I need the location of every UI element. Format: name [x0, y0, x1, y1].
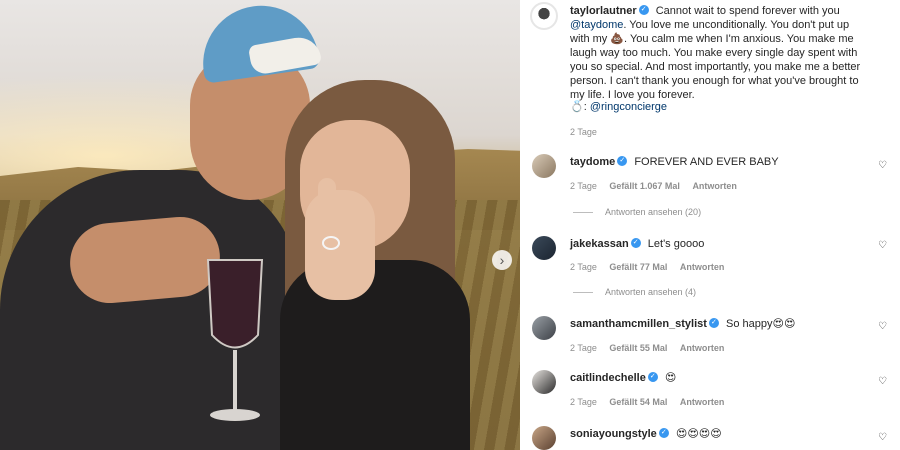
reply-button[interactable]: Antworten — [680, 343, 725, 353]
woman-hand — [305, 190, 375, 300]
comment-text: jakekassan ✓ Let's goooo — [570, 237, 870, 251]
comment-time: 2 Tage — [570, 343, 597, 353]
chevron-right-icon: › — [499, 252, 505, 268]
commenter-avatar[interactable] — [532, 426, 556, 450]
comment-body: Let's goooo — [647, 238, 705, 250]
comment-body: So happy😍😍 — [726, 318, 796, 330]
reply-button[interactable]: Antworten — [692, 181, 737, 191]
engagement-ring — [322, 236, 340, 250]
ring-emoji: 💍 — [570, 101, 584, 113]
caption-part2: . You love me unconditionally. You don't… — [570, 19, 861, 101]
comment-likes[interactable]: Gefällt 54 Mal — [609, 397, 667, 407]
comment-username[interactable]: soniayoungstyle — [570, 428, 657, 440]
comment-time: 2 Tage — [570, 262, 597, 272]
like-heart-icon[interactable]: ♡ — [878, 377, 888, 387]
replies-divider — [573, 292, 593, 294]
commenter-avatar[interactable] — [532, 370, 556, 394]
verified-badge-icon: ✓ — [617, 156, 628, 167]
comment-text: caitlindechelle ✓ 😍 — [570, 371, 870, 385]
comment-likes[interactable]: Gefällt 77 Mal — [609, 262, 667, 272]
verified-badge-icon: ✓ — [630, 238, 641, 249]
comment-username[interactable]: caitlindechelle — [570, 372, 646, 384]
wine-glass — [206, 259, 264, 421]
comment-body: 😍😍😍😍 — [675, 428, 722, 440]
like-heart-icon[interactable]: ♡ — [878, 161, 888, 171]
comment-text: taydome ✓ FOREVER AND EVER BABY — [570, 155, 870, 169]
like-heart-icon[interactable]: ♡ — [878, 322, 888, 332]
comment-time: 2 Tage — [570, 397, 597, 407]
verified-badge-icon: ✓ — [658, 428, 669, 439]
comment-username[interactable]: taydome — [570, 156, 615, 168]
like-heart-icon[interactable]: ♡ — [878, 241, 888, 251]
comment-username[interactable]: jakekassan — [570, 238, 629, 250]
reply-button[interactable]: Antworten — [680, 262, 725, 272]
ring-line: 💍: @ringconcierge — [570, 101, 668, 113]
comments-panel: taylorlautner ✓ Cannot wait to spend fore… — [520, 0, 900, 450]
commenter-avatar[interactable] — [532, 316, 556, 340]
verified-badge-icon: ✓ — [708, 318, 719, 329]
comment-body: 😍 — [664, 372, 677, 384]
replies-divider — [573, 212, 593, 214]
caption-part1: Cannot wait to spend forever with you — [655, 5, 840, 17]
commenter-avatar[interactable] — [532, 236, 556, 260]
comment-likes[interactable]: Gefällt 55 Mal — [609, 343, 667, 353]
verified-badge-icon: ✓ — [647, 372, 658, 383]
reply-button[interactable]: Antworten — [680, 397, 725, 407]
view-replies-button[interactable]: Antworten ansehen (4) — [573, 287, 696, 297]
comment-meta: 2 Tage Gefällt 55 Mal Antworten — [570, 343, 734, 353]
next-photo-button[interactable]: › — [492, 250, 512, 270]
comment-time: 2 Tage — [570, 181, 597, 191]
comment-likes[interactable]: Gefällt 1.067 Mal — [609, 181, 680, 191]
ring-mention[interactable]: @ringconcierge — [590, 101, 667, 113]
comment-username[interactable]: samanthamcmillen_stylist — [570, 318, 707, 330]
comment-meta: 2 Tage Gefällt 54 Mal Antworten — [570, 397, 734, 407]
author-username[interactable]: taylorlautner — [570, 5, 637, 17]
comment-text: samanthamcmillen_stylist ✓ So happy😍😍 — [570, 317, 870, 331]
commenter-avatar[interactable] — [532, 154, 556, 178]
raised-finger — [318, 178, 336, 218]
woman-leather-jacket — [280, 260, 470, 450]
post-photo[interactable]: › — [0, 0, 520, 450]
like-heart-icon[interactable]: ♡ — [878, 433, 888, 443]
caption-mention[interactable]: @taydome — [570, 19, 623, 31]
caption-time: 2 Tage — [570, 127, 597, 137]
comment-text: soniayoungstyle ✓ 😍😍😍😍 — [570, 427, 870, 441]
comment-meta: 2 Tage Gefällt 77 Mal Antworten — [570, 262, 734, 272]
comment-meta: 2 Tage Gefällt 1.067 Mal Antworten — [570, 181, 747, 191]
caption-text: taylorlautner ✓ Cannot wait to spend fore… — [570, 4, 870, 102]
author-avatar[interactable] — [530, 2, 558, 30]
verified-badge-icon: ✓ — [638, 5, 649, 16]
comment-body: FOREVER AND EVER BABY — [634, 156, 779, 168]
view-replies-button[interactable]: Antworten ansehen (20) — [573, 207, 701, 217]
